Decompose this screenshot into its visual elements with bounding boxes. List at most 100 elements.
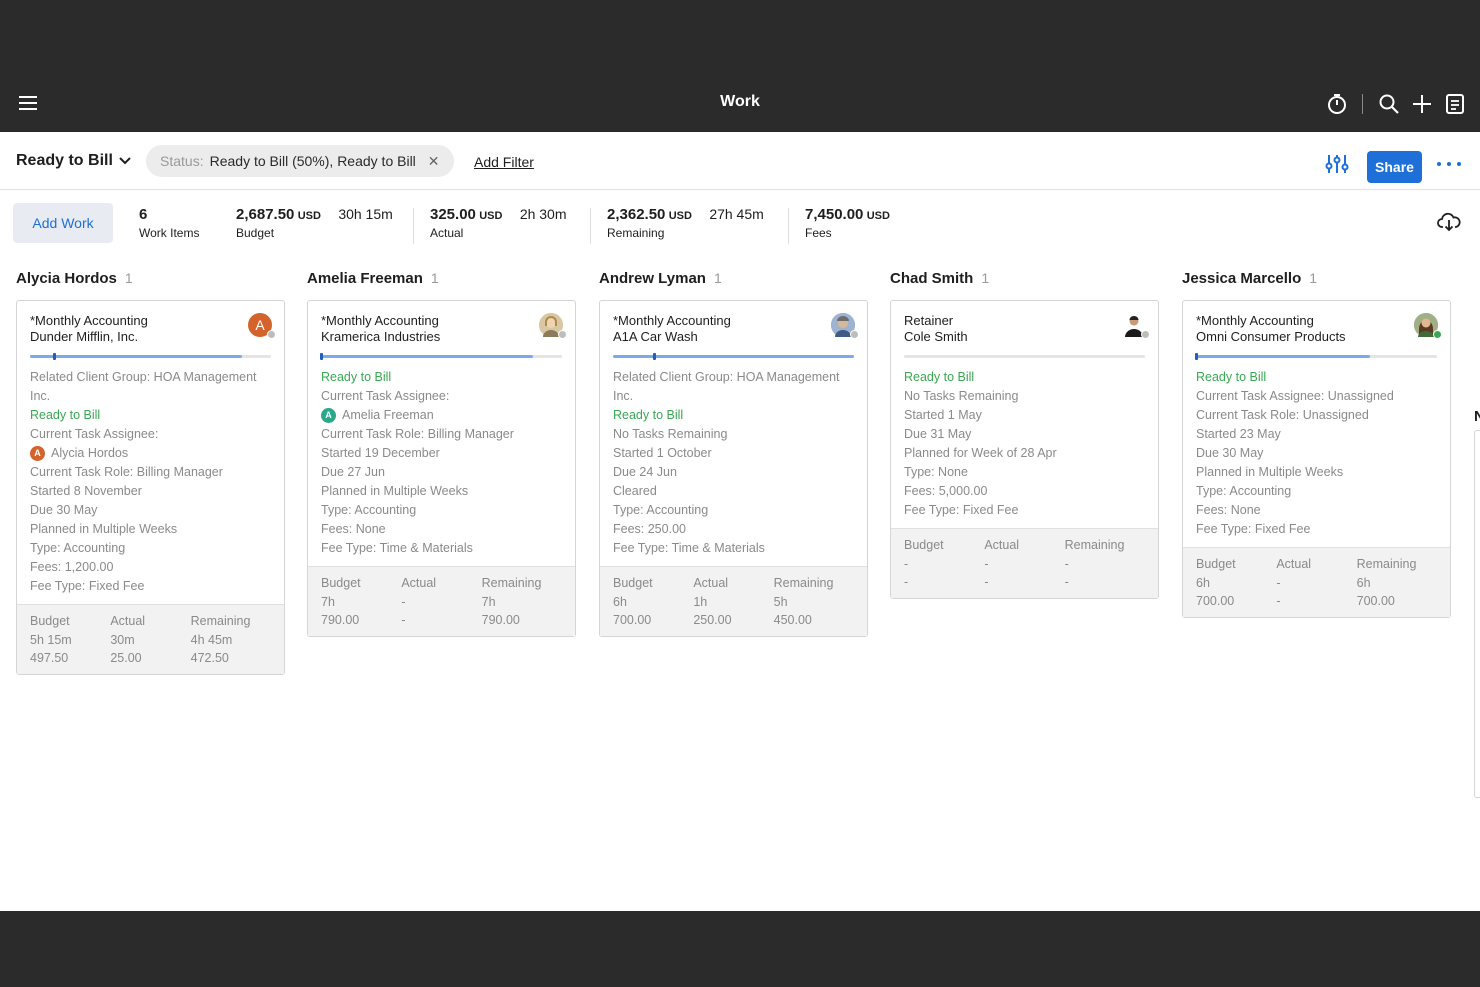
cloud-download-icon[interactable] — [1437, 211, 1461, 233]
column-chad-smith: Chad Smith 1 Retainer Cole Smith Ready t… — [890, 270, 1160, 599]
work-card[interactable]: *Monthly Accounting Dunder Mifflin, Inc.… — [16, 300, 285, 675]
fees: Fees: None — [1196, 503, 1261, 517]
fee-type: Fee Type: Fixed Fee — [904, 503, 1019, 517]
card-totals: Budget 7h 790.00 Actual - - Remaining 7h 790.0… — [308, 566, 575, 636]
card-header: *Monthly Accounting Omni Consumer Produc… — [1183, 301, 1450, 345]
chip-value: Ready to Bill (50%), Ready to Bill — [209, 153, 416, 169]
task-role: Current Task Role: Billing Manager — [30, 465, 223, 479]
share-button[interactable]: Share — [1367, 151, 1422, 183]
due: Due 30 May — [1196, 446, 1264, 460]
budget-totals: Budget 7h 790.00 — [321, 576, 361, 627]
budget-stat: 2,687.50 USD 30h 15m Budget — [236, 206, 393, 240]
work-card[interactable]: *Monthly Accounting A1A Car Wash Related… — [599, 300, 868, 637]
search-icon[interactable] — [1376, 91, 1402, 117]
top-letterbox — [0, 0, 1480, 75]
budget-totals: Budget 6h 700.00 — [1196, 557, 1236, 608]
assignee: A Amelia Freeman — [321, 406, 562, 425]
planned: Planned in Multiple Weeks — [30, 522, 178, 536]
column-name: Jessica Marcello — [1182, 270, 1302, 287]
actual-totals: Actual - - — [401, 576, 437, 627]
summary-bar: Add Work 6 Work Items 2,687.50 USD 30h 1… — [0, 191, 1480, 261]
progress-marker — [320, 353, 323, 360]
card-title: *Monthly Accounting — [1196, 313, 1314, 328]
avatar[interactable] — [539, 313, 567, 339]
card-totals: Budget 5h 15m 497.50 Actual 30m 25.00 Remain… — [17, 604, 284, 674]
task-role: Current Task Role: Billing Manager — [321, 427, 514, 441]
divider — [788, 208, 789, 244]
progress-fill — [1196, 355, 1370, 358]
card-title: *Monthly Accounting — [30, 313, 148, 328]
type: Type: Accounting — [321, 503, 417, 517]
card-details: Related Client Group: HOA Management Inc… — [600, 358, 867, 566]
fees: Fees: 1,200.00 — [30, 560, 114, 574]
assignee: A Alycia Hordos — [30, 444, 271, 463]
column-header: Andrew Lyman 1 — [599, 270, 869, 298]
avatar[interactable] — [831, 313, 859, 339]
status-filter-chip[interactable]: Status: Ready to Bill (50%), Ready to Bi… — [146, 145, 454, 177]
status-text: Ready to Bill — [613, 408, 684, 422]
sliders-icon[interactable] — [1325, 154, 1349, 174]
timer-icon[interactable] — [1324, 91, 1350, 117]
card-details: Ready to Bill No Tasks Remaining Started… — [891, 358, 1158, 528]
work-items-label: Work Items — [139, 226, 200, 240]
chip-label: Status: — [160, 153, 204, 169]
assignee-name: Alycia Hordos — [51, 446, 129, 460]
partial-work-card[interactable] — [1474, 430, 1480, 798]
view-name: Ready to Bill — [16, 152, 113, 169]
work-card[interactable]: Retainer Cole Smith Ready to Bill No Tas… — [890, 300, 1159, 599]
more-options-icon[interactable] — [1437, 154, 1461, 174]
notes-icon[interactable] — [1442, 91, 1468, 117]
assignee-label: Current Task Assignee: Unassigned — [1196, 389, 1394, 403]
work-card[interactable]: *Monthly Accounting Omni Consumer Produc… — [1182, 300, 1451, 618]
due: Due 30 May — [30, 503, 98, 517]
card-totals: Budget 6h 700.00 Actual 1h 250.00 Remaining 5… — [600, 566, 867, 636]
actual-totals: Actual 1h 250.00 — [693, 576, 732, 627]
divider — [413, 208, 414, 244]
add-filter-link[interactable]: Add Filter — [474, 154, 534, 170]
column-header: Chad Smith 1 — [890, 270, 1160, 298]
avatar[interactable]: A — [248, 313, 276, 339]
chevron-down-icon — [119, 157, 131, 165]
fees-unit: USD — [866, 210, 890, 222]
progress-marker — [652, 353, 656, 360]
svg-text:A: A — [255, 317, 265, 333]
progress-fill — [321, 355, 534, 358]
started: Started 19 December — [321, 446, 440, 460]
add-icon[interactable] — [1409, 91, 1435, 117]
column-andrew-lyman: Andrew Lyman 1 *Monthly Accounting A1A C… — [599, 270, 869, 637]
remaining-stat: 2,362.50 USD 27h 45m Remaining — [607, 206, 764, 240]
actual-totals: Actual - - — [984, 538, 1020, 589]
work-items-count: 6 — [139, 206, 148, 223]
partial-column-header: N — [1474, 408, 1480, 425]
work-board: Ready to Bill Status: Ready to Bill (50%… — [0, 132, 1480, 911]
started: Started 8 November — [30, 484, 142, 498]
card-title: Retainer — [904, 313, 954, 328]
column-count: 1 — [713, 270, 722, 286]
due: Due 31 May — [904, 427, 972, 441]
work-items-stat: 6 Work Items — [139, 206, 199, 240]
progress-bar — [904, 355, 1145, 358]
remove-filter-icon[interactable]: ✕ — [428, 153, 440, 170]
fees: Fees: 250.00 — [613, 522, 686, 536]
actual-totals: Actual 30m 25.00 — [110, 614, 146, 665]
card-header: *Monthly Accounting Dunder Mifflin, Inc.… — [17, 301, 284, 345]
remaining-totals: Remaining 6h 700.00 — [1356, 557, 1417, 608]
tasks-remaining: No Tasks Remaining — [613, 427, 728, 441]
add-work-button[interactable]: Add Work — [13, 203, 113, 243]
progress-bar — [30, 353, 271, 360]
remaining-unit: USD — [668, 210, 692, 222]
work-card[interactable]: *Monthly Accounting Kramerica Industries… — [307, 300, 576, 637]
app-bar: Work — [0, 75, 1480, 132]
card-details: Related Client Group: HOA Management Inc… — [17, 358, 284, 604]
assignee-name: Amelia Freeman — [342, 408, 434, 422]
column-count: 1 — [430, 270, 439, 286]
due: Due 24 Jun — [613, 465, 677, 479]
budget-totals: Budget 6h 700.00 — [613, 576, 653, 627]
type: Type: None — [904, 465, 968, 479]
avatar[interactable] — [1414, 313, 1442, 339]
remaining-amount: 2,362.50 — [607, 206, 666, 223]
avatar[interactable] — [1122, 313, 1150, 339]
view-selector[interactable]: Ready to Bill — [16, 152, 131, 170]
card-client: Dunder Mifflin, Inc. — [30, 329, 139, 344]
fees-amount: 7,450.00 — [805, 206, 864, 223]
